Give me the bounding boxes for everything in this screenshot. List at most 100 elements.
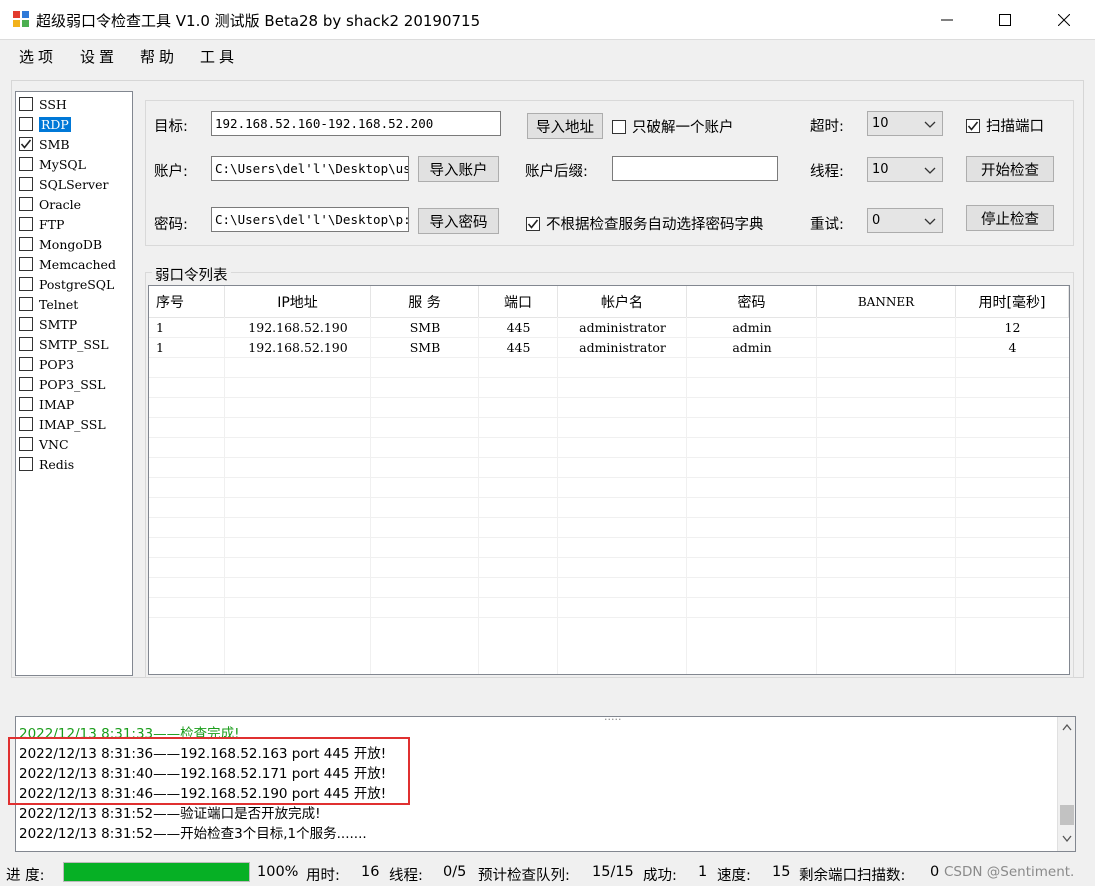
- scroll-down-icon[interactable]: [1062, 835, 1072, 843]
- timeout-value: 10: [872, 116, 889, 131]
- check-icon: [527, 219, 539, 229]
- column-header[interactable]: 帐户名: [558, 286, 687, 317]
- column-header[interactable]: 端口: [479, 286, 558, 317]
- threads-select[interactable]: 10: [867, 157, 943, 182]
- checkbox-icon[interactable]: [19, 197, 33, 211]
- checkbox-icon[interactable]: [19, 97, 33, 111]
- service-item[interactable]: SMTP: [19, 314, 132, 334]
- checkbox-icon[interactable]: [19, 357, 33, 371]
- checkbox-icon[interactable]: [19, 457, 33, 471]
- success-label: 成功:: [643, 868, 677, 884]
- column-header[interactable]: 服 务: [371, 286, 479, 317]
- account-suffix-input[interactable]: [612, 156, 778, 181]
- account-input[interactable]: C:\Users\del'l'\Desktop\us: [211, 156, 409, 181]
- checkbox-icon[interactable]: [19, 397, 33, 411]
- checkbox-icon[interactable]: [19, 337, 33, 351]
- service-label: IMAP_SSL: [39, 416, 106, 432]
- column-header[interactable]: IP地址: [225, 286, 371, 317]
- service-list[interactable]: SSH RDP SMB MySQL SQLServer Oracle FTP MongoDB M…: [15, 91, 133, 676]
- no-auto-dict-checkbox[interactable]: 不根据检查服务自动选择密码字典: [526, 213, 764, 234]
- service-item[interactable]: Telnet: [19, 294, 132, 314]
- service-item[interactable]: FTP: [19, 214, 132, 234]
- table-cell: admin: [732, 319, 772, 335]
- maximize-button[interactable]: [976, 0, 1034, 40]
- service-item[interactable]: Redis: [19, 454, 132, 474]
- grid-line: [149, 397, 1069, 398]
- menu-tools[interactable]: 工具: [200, 46, 238, 67]
- minimize-button[interactable]: [918, 0, 976, 40]
- service-item[interactable]: SMB: [19, 134, 132, 154]
- table-cell: [817, 317, 956, 337]
- service-label: MySQL: [39, 156, 86, 172]
- checkbox-icon[interactable]: [19, 277, 33, 291]
- speed-label: 速度:: [717, 868, 751, 884]
- service-item[interactable]: VNC: [19, 434, 132, 454]
- scroll-up-icon[interactable]: [1062, 723, 1072, 731]
- password-input[interactable]: C:\Users\del'l'\Desktop\p:: [211, 207, 409, 232]
- import-account-button[interactable]: 导入账户: [418, 156, 499, 182]
- grid-line: [149, 477, 1069, 478]
- checkbox-icon[interactable]: [19, 237, 33, 251]
- checkbox-icon[interactable]: [19, 157, 33, 171]
- checkbox-icon[interactable]: [19, 217, 33, 231]
- checkbox-icon[interactable]: [19, 377, 33, 391]
- checkbox-icon[interactable]: [19, 417, 33, 431]
- service-item[interactable]: RDP: [19, 114, 132, 134]
- scan-port-checkbox[interactable]: 扫描端口: [966, 115, 1044, 136]
- menu-settings[interactable]: 设置: [80, 46, 118, 67]
- checkbox-icon[interactable]: [19, 117, 33, 131]
- service-item[interactable]: MySQL: [19, 154, 132, 174]
- service-item[interactable]: SMTP_SSL: [19, 334, 132, 354]
- timeout-select[interactable]: 10: [867, 111, 943, 136]
- table-cell: 445: [506, 339, 531, 355]
- service-item[interactable]: Memcached: [19, 254, 132, 274]
- checkbox-icon[interactable]: [19, 257, 33, 271]
- log-scrollbar[interactable]: [1057, 717, 1075, 851]
- column-header[interactable]: 密码: [687, 286, 817, 317]
- chevron-down-icon: [924, 218, 936, 225]
- checkbox-icon: [526, 216, 540, 231]
- service-item[interactable]: Oracle: [19, 194, 132, 214]
- checkbox-icon[interactable]: [19, 437, 33, 451]
- target-label: 目标:: [154, 119, 188, 135]
- stop-check-button[interactable]: 停止检查: [966, 205, 1054, 231]
- import-address-button[interactable]: 导入地址: [527, 113, 603, 139]
- service-item[interactable]: IMAP: [19, 394, 132, 414]
- highlight-box: [8, 737, 410, 805]
- progress-text: 100%: [257, 864, 299, 880]
- checkbox-icon[interactable]: [19, 297, 33, 311]
- checkbox-icon[interactable]: [19, 317, 33, 331]
- import-password-button[interactable]: 导入密码: [418, 208, 499, 234]
- service-item[interactable]: PostgreSQL: [19, 274, 132, 294]
- close-button[interactable]: [1035, 0, 1093, 40]
- service-item[interactable]: SSH: [19, 94, 132, 114]
- service-item[interactable]: POP3: [19, 354, 132, 374]
- only-one-account-checkbox[interactable]: 只破解一个账户: [612, 116, 734, 137]
- column-header[interactable]: 用时[毫秒]: [956, 286, 1069, 317]
- checkbox-icon[interactable]: [19, 177, 33, 191]
- results-table[interactable]: 序号 IP地址服 务端口 帐户名 密码 BANNER 用时[毫秒] 1 192.168.52.…: [148, 285, 1070, 675]
- service-item[interactable]: POP3_SSL: [19, 374, 132, 394]
- target-input[interactable]: 192.168.52.160-192.168.52.200: [211, 111, 501, 136]
- table-row[interactable]: 1 192.168.52.190 SMB 445 administrator admin 4: [149, 337, 1069, 357]
- menu-options[interactable]: 选项: [19, 46, 57, 67]
- column-header[interactable]: 序号: [149, 286, 225, 317]
- table-row[interactable]: 1 192.168.52.190 SMB 445 administrator admin 1…: [149, 317, 1069, 337]
- grid-line: [557, 317, 558, 674]
- grid-line: [149, 377, 1069, 378]
- service-item[interactable]: SQLServer: [19, 174, 132, 194]
- grid-line: [149, 497, 1069, 498]
- column-header[interactable]: BANNER: [817, 286, 956, 317]
- thread-value: 0/5: [443, 864, 467, 880]
- service-item[interactable]: MongoDB: [19, 234, 132, 254]
- service-label: Memcached: [39, 256, 116, 272]
- menu-help[interactable]: 帮助: [140, 46, 178, 67]
- remain-value: 0: [930, 864, 940, 880]
- start-check-button[interactable]: 开始检查: [966, 156, 1054, 182]
- checkbox-icon[interactable]: [19, 137, 33, 151]
- scroll-thumb[interactable]: [1060, 805, 1074, 825]
- table-cell: [817, 337, 956, 357]
- service-item[interactable]: IMAP_SSL: [19, 414, 132, 434]
- minimize-icon: [941, 19, 953, 21]
- retry-select[interactable]: 0: [867, 208, 943, 233]
